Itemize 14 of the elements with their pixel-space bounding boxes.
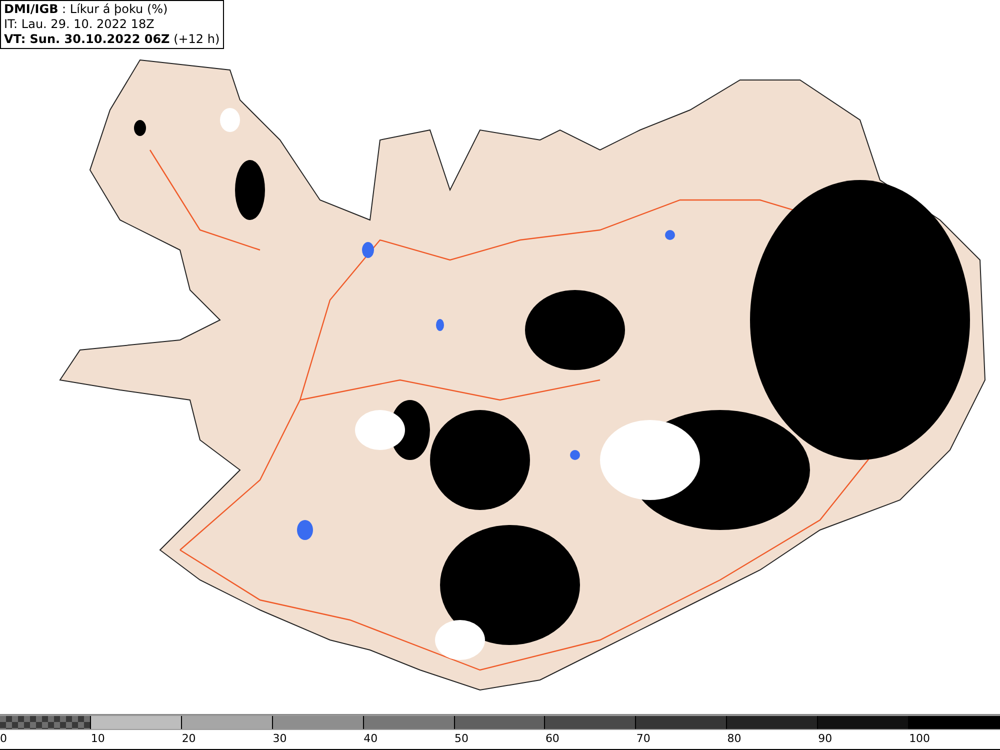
legend-label: 30 — [272, 732, 287, 745]
title-line: DMI/IGB : Líkur á þoku (%) — [4, 2, 169, 17]
legend-label: 40 — [364, 732, 378, 745]
legend-label: 0 — [0, 732, 7, 745]
legend-label: 80 — [727, 732, 742, 745]
legend-label: 70 — [636, 732, 650, 745]
legend-label: 50 — [454, 732, 469, 745]
legend-label: 100 — [909, 732, 930, 745]
legend-label: 90 — [818, 732, 832, 745]
legend-label: 10 — [90, 732, 105, 745]
title-line: VT: Sun. 30.10.2022 06Z (+12 h) — [4, 32, 220, 47]
legend-label: 20 — [182, 732, 196, 745]
legend-label: 60 — [545, 732, 560, 745]
title-line: IT: Lau. 29. 10. 2022 18Z — [4, 17, 156, 32]
